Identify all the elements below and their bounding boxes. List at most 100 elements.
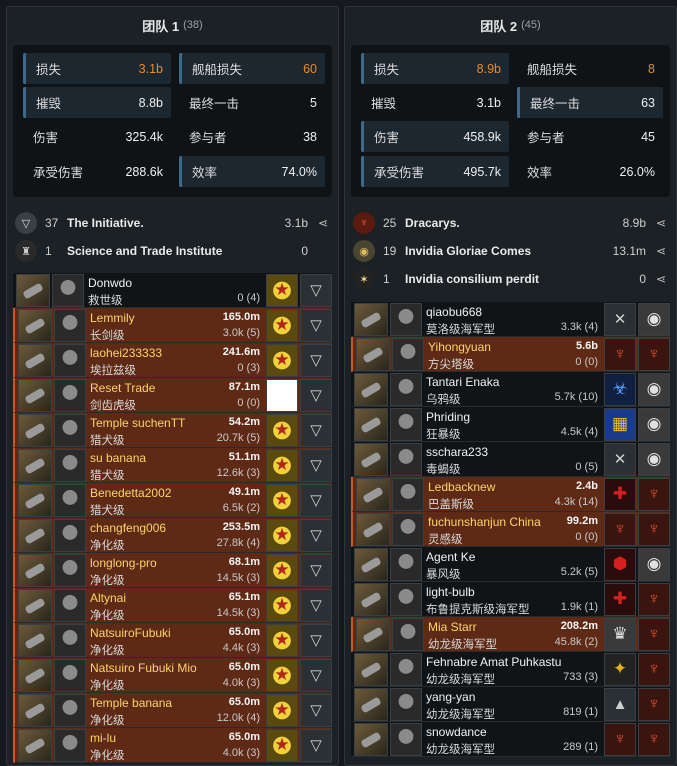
ship-name[interactable]: 净化级 xyxy=(90,677,125,693)
ship-image[interactable] xyxy=(354,442,388,476)
dracarys-icon[interactable]: ♆ xyxy=(638,477,670,511)
share-icon[interactable]: ⋖ xyxy=(656,244,670,258)
ship-image[interactable] xyxy=(18,448,52,482)
dracarys-icon[interactable]: ♆ xyxy=(638,582,670,616)
member-row[interactable]: longlong-pro 净化级 68.1m 14.5k (3) ★ ▽ xyxy=(13,553,332,588)
pilot-name[interactable]: longlong-pro xyxy=(90,556,157,570)
ship-name[interactable]: 布鲁提克斯级海军型 xyxy=(426,601,530,617)
ship-image[interactable] xyxy=(354,302,388,336)
invidia-icon[interactable]: ◉ xyxy=(638,407,670,441)
pilot-name[interactable]: Tantari Enaka xyxy=(426,375,499,389)
member-row[interactable]: yang-yan 幼龙级海军型 819 (1) ▲ ♆ xyxy=(351,687,670,722)
ship-image[interactable] xyxy=(354,547,388,581)
pilot-portrait[interactable] xyxy=(54,623,86,657)
dracarys-icon[interactable]: ♆ xyxy=(638,652,670,686)
ship-name[interactable]: 幼龙级海军型 xyxy=(426,741,495,757)
initiative-corp-icon[interactable]: ★ xyxy=(266,273,298,307)
member-row[interactable]: Donwdo 救世级 0 (4) ★ ▽ xyxy=(13,273,332,308)
pilot-name[interactable]: changfeng006 xyxy=(90,521,166,535)
initiative-corp-icon[interactable]: ★ xyxy=(266,308,298,342)
ship-image[interactable] xyxy=(356,617,390,651)
pilot-name[interactable]: Mia Starr xyxy=(428,620,477,634)
pilot-portrait[interactable] xyxy=(54,658,86,692)
ship-image[interactable] xyxy=(18,623,52,657)
member-row[interactable]: Phriding 狂暴级 4.5k (4) ▦ ◉ xyxy=(351,407,670,442)
dracarys-icon[interactable]: ♆ xyxy=(638,337,670,371)
pilot-portrait[interactable] xyxy=(392,477,424,511)
pilot-name[interactable]: Fehnabre Amat Puhkastu xyxy=(426,655,561,669)
dragon-corp-icon[interactable]: ♆ xyxy=(604,512,636,546)
pilot-name[interactable]: Yihongyuan xyxy=(428,340,491,354)
member-row[interactable]: snowdance 幼龙级海军型 289 (1) ♆ ♆ xyxy=(351,722,670,757)
ship-name[interactable]: 救世级 xyxy=(88,292,123,308)
crossed-swords-icon[interactable]: ✕ xyxy=(604,442,636,476)
pilot-name[interactable]: NatsuiroFubuki xyxy=(90,626,171,640)
member-row[interactable]: su banana 猎犬级 51.1m 12.6k (3) ★ ▽ xyxy=(13,448,332,483)
initiative-alliance-icon[interactable]: ▽ xyxy=(300,553,332,587)
ship-name[interactable]: 方尖塔级 xyxy=(428,356,474,372)
initiative-corp-icon[interactable]: ★ xyxy=(266,728,298,762)
ship-name[interactable]: 净化级 xyxy=(90,747,125,763)
biohazard-icon[interactable]: ☣ xyxy=(604,372,636,406)
ship-image[interactable] xyxy=(356,512,390,546)
ship-image[interactable] xyxy=(18,378,52,412)
ship-name[interactable]: 幼龙级海军型 xyxy=(426,706,495,722)
red-hex-icon[interactable]: ⬢ xyxy=(604,547,636,581)
pilot-portrait[interactable] xyxy=(54,378,86,412)
ship-image[interactable] xyxy=(18,343,52,377)
pilot-name[interactable]: Ledbacknew xyxy=(428,480,495,494)
pilot-name[interactable]: sschara233 xyxy=(426,445,488,459)
initiative-alliance-icon[interactable]: ▽ xyxy=(300,378,332,412)
alliance-row[interactable]: ♆ 25 Dracarys. 8.9b ⋖ xyxy=(345,209,676,237)
pilot-name[interactable]: light-bulb xyxy=(426,585,475,599)
alliance-row[interactable]: ◉ 19 Invidia Gloriae Comes 13.1m ⋖ xyxy=(345,237,676,265)
initiative-alliance-icon[interactable]: ▽ xyxy=(300,693,332,727)
ship-name[interactable]: 毒蝎级 xyxy=(426,461,461,477)
ship-image[interactable] xyxy=(354,407,388,441)
ship-image[interactable] xyxy=(18,728,52,762)
member-row[interactable]: qiaobu668 莫洛级海军型 3.3k (4) ✕ ◉ xyxy=(351,302,670,337)
member-row[interactable]: Ledbacknew 巴盖斯级 2.4b 4.3k (14) ✚ ♆ xyxy=(351,477,670,512)
pilot-portrait[interactable] xyxy=(54,343,86,377)
initiative-corp-icon[interactable]: ★ xyxy=(266,658,298,692)
dragon-corp-icon[interactable]: ♆ xyxy=(604,337,636,371)
initiative-alliance-icon[interactable]: ▽ xyxy=(300,623,332,657)
initiative-corp-icon[interactable]: ★ xyxy=(266,693,298,727)
ship-name[interactable]: 巴盖斯级 xyxy=(428,496,474,512)
ship-image[interactable] xyxy=(356,337,390,371)
pilot-name[interactable]: Agent Ke xyxy=(426,550,475,564)
ship-image[interactable] xyxy=(18,518,52,552)
arrow-icon[interactable]: ▲ xyxy=(604,687,636,721)
share-icon[interactable]: ⋖ xyxy=(318,216,332,230)
member-row[interactable]: Reset Trade 剑齿虎级 87.1m 0 (0) ✚ ▽ xyxy=(13,378,332,413)
pilot-portrait[interactable] xyxy=(54,588,86,622)
ship-name[interactable]: 埃拉兹级 xyxy=(90,362,136,378)
pilot-portrait[interactable] xyxy=(390,442,422,476)
pilot-name[interactable]: Donwdo xyxy=(88,276,132,290)
ship-name[interactable]: 幼龙级海军型 xyxy=(428,636,497,652)
member-row[interactable]: fuchunshanjun China 灵感级 99.2m 0 (0) ♆ ♆ xyxy=(351,512,670,547)
ship-image[interactable] xyxy=(16,273,50,307)
member-row[interactable]: Natsuiro Fubuki Mio 净化级 65.0m 4.0k (3) ★ ▽ xyxy=(13,658,332,693)
initiative-corp-icon[interactable]: ★ xyxy=(266,553,298,587)
pilot-portrait[interactable] xyxy=(54,308,86,342)
initiative-corp-icon[interactable]: ★ xyxy=(266,483,298,517)
ship-name[interactable]: 猎犬级 xyxy=(90,467,125,483)
ship-image[interactable] xyxy=(18,413,52,447)
pilot-name[interactable]: Lemmily xyxy=(90,311,135,325)
eagle-icon[interactable]: ✦ xyxy=(604,652,636,686)
pilot-portrait[interactable] xyxy=(54,518,86,552)
ship-name[interactable]: 长剑级 xyxy=(90,327,125,343)
member-row[interactable]: Mia Starr 幼龙级海军型 208.2m 45.8k (2) ♛ ♆ xyxy=(351,617,670,652)
initiative-alliance-icon[interactable]: ▽ xyxy=(300,448,332,482)
alliance-row[interactable]: ▽ 37 The Initiative. 3.1b ⋖ xyxy=(7,209,338,237)
initiative-alliance-icon[interactable]: ▽ xyxy=(300,343,332,377)
initiative-alliance-icon[interactable]: ▽ xyxy=(300,518,332,552)
pilot-portrait[interactable] xyxy=(52,273,84,307)
pilot-name[interactable]: Benedetta2002 xyxy=(90,486,171,500)
crossed-swords-icon[interactable]: ✕ xyxy=(604,302,636,336)
initiative-alliance-icon[interactable]: ▽ xyxy=(300,728,332,762)
member-row[interactable]: Temple banana 净化级 65.0m 12.0k (4) ★ ▽ xyxy=(13,693,332,728)
pilot-name[interactable]: qiaobu668 xyxy=(426,305,482,319)
pilot-name[interactable]: Reset Trade xyxy=(90,381,155,395)
